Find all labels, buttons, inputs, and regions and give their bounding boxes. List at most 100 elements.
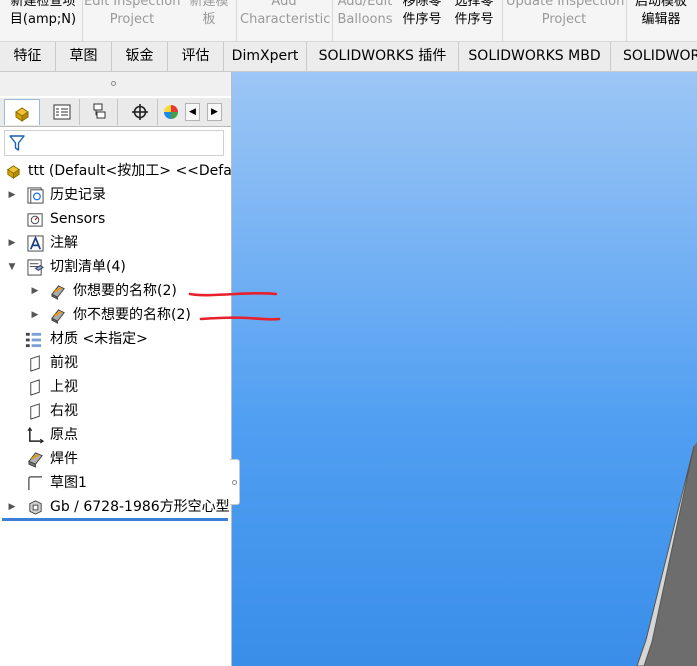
button-label: Project — [541, 12, 587, 27]
button-label: 启动模板 — [634, 0, 687, 9]
tree-item-label: Gb / 6728-1986方形空心型 — [50, 499, 230, 515]
button-label: Characteristic — [240, 12, 331, 27]
graphics-viewport[interactable] — [232, 72, 697, 666]
tree-item-cut-list[interactable]: ▼ 切割清单(4) — [0, 255, 231, 279]
expand-arrow-icon[interactable]: ▶ — [7, 231, 17, 255]
configuration-manager-tab[interactable] — [82, 99, 118, 125]
tree-item-sensors[interactable]: Sensors — [0, 207, 231, 231]
ribbon-separator — [626, 0, 627, 41]
chevron-right-icon: ▶ — [211, 107, 218, 117]
update-inspection-project-button[interactable]: Update Inspection Project — [506, 0, 624, 41]
tree-item-label: 草图1 — [50, 475, 87, 491]
sensors-icon — [27, 213, 43, 227]
cut-list-icon — [27, 259, 44, 276]
tab-sketch[interactable]: 草图 — [56, 42, 112, 71]
expand-arrow-icon[interactable]: ▶ — [7, 495, 17, 519]
tab-solidworks-mbd[interactable]: SOLIDWORKS MBD — [459, 42, 611, 71]
ribbon-separator — [502, 0, 503, 41]
collapse-arrow-icon[interactable]: ▼ — [7, 255, 17, 279]
manager-tabs: ◀ ▶ — [0, 98, 231, 127]
ribbon-separator — [82, 0, 83, 41]
button-label: 编辑器 — [641, 12, 681, 27]
tree-item-label: 切割清单(4) — [50, 259, 126, 275]
property-manager-icon — [53, 104, 70, 120]
tree-root-part[interactable]: ttt (Default<按加工> <<Default — [0, 159, 250, 183]
button-label: 板 — [202, 12, 216, 27]
cut-list-item-icon — [51, 309, 65, 324]
tab-evaluate[interactable]: 评估 — [168, 42, 224, 71]
origin-icon — [27, 427, 44, 444]
button-label: Add — [271, 0, 297, 9]
plane-icon — [30, 379, 40, 396]
tree-item-history[interactable]: ▶ 历史记录 — [0, 183, 231, 207]
tree-item-label: 你不想要的名称(2) — [73, 307, 191, 323]
plane-icon — [30, 403, 40, 420]
expand-arrow-icon[interactable]: ▶ — [30, 303, 40, 327]
rollback-bar[interactable] — [2, 518, 228, 521]
pane-splitter[interactable] — [0, 72, 231, 96]
button-label: 移除零 — [402, 0, 442, 9]
tree-item-cut-list-undesired[interactable]: ▶ 你不想要的名称(2) — [0, 303, 231, 327]
button-label: 目(amp;N) — [9, 12, 77, 27]
property-manager-tab[interactable] — [44, 99, 80, 125]
tree-item-label: 你想要的名称(2) — [73, 283, 177, 299]
plane-icon — [30, 355, 40, 372]
splitter-grip-icon — [111, 81, 116, 86]
tree-item-sketch1[interactable]: 草图1 — [0, 471, 231, 495]
tab-solidworks[interactable]: SOLIDWORKS — [611, 42, 697, 71]
tree-item-weldment[interactable]: 焊件 — [0, 447, 231, 471]
launch-template-editor-button[interactable]: 启动模板 编辑器 — [628, 0, 694, 41]
feature-manager-pane: ◀ ▶ ttt (Default<按加工> <<Default ▶ 历史记录 S… — [0, 72, 250, 666]
annotations-icon — [27, 235, 44, 252]
tree-item-label: 材质 <未指定> — [50, 331, 148, 347]
command-manager-tabs: 特征 草图 钣金 评估 DimXpert SOLIDWORKS 插件 SOLID… — [0, 42, 697, 72]
tree-item-label: 右视 — [50, 403, 78, 419]
part-icon — [6, 165, 21, 179]
button-label: 新建检查项 — [10, 0, 76, 9]
pane-collapse-handle[interactable] — [230, 459, 240, 505]
dimxpert-manager-tab[interactable] — [122, 99, 158, 125]
add-edit-balloons-button[interactable]: Add/Edit Balloons — [336, 0, 394, 41]
button-label: Balloons — [337, 12, 393, 27]
tab-features[interactable]: 特征 — [0, 42, 56, 71]
display-manager-tab[interactable] — [160, 99, 182, 125]
tree-item-label: 上视 — [50, 379, 78, 395]
tree-item-origin[interactable]: 原点 — [0, 423, 231, 447]
expand-arrow-icon[interactable]: ▶ — [7, 183, 17, 207]
tree-item-annotations[interactable]: ▶ 注解 — [0, 231, 231, 255]
command-manager-ribbon: 新建检查项 目(amp;N) Edit Inspection Project 新… — [0, 0, 697, 42]
add-characteristic-button[interactable]: Add Characteristic — [240, 0, 331, 41]
part-model-edge — [636, 442, 697, 666]
tree-item-top-plane[interactable]: 上视 — [0, 375, 231, 399]
tree-item-material[interactable]: 材质 <未指定> — [0, 327, 231, 351]
select-balloon-button[interactable]: 选择零 件序号 — [450, 0, 498, 41]
tree-item-cut-list-desired[interactable]: ▶ 你想要的名称(2) — [0, 279, 231, 303]
chevron-left-icon: ◀ — [189, 107, 196, 117]
tab-sheet-metal[interactable]: 钣金 — [112, 42, 168, 71]
tab-scroll-right-button[interactable]: ▶ — [207, 103, 222, 121]
filter-icon — [9, 135, 25, 151]
new-template-button[interactable]: 新建模 板 — [184, 0, 234, 41]
remove-balloon-button[interactable]: 移除零 件序号 — [398, 0, 446, 41]
tab-scroll-left-button[interactable]: ◀ — [185, 103, 200, 121]
button-label: Add/Edit — [337, 0, 393, 9]
expand-arrow-icon[interactable]: ▶ — [30, 279, 40, 303]
tree-item-structural-member[interactable]: ▶ Gb / 6728-1986方形空心型 — [0, 495, 231, 519]
feature-manager-tab[interactable] — [4, 99, 40, 125]
configuration-manager-icon — [93, 103, 105, 119]
ribbon-separator — [236, 0, 237, 41]
tab-dimxpert[interactable]: DimXpert — [224, 42, 307, 71]
sketch-icon — [28, 476, 43, 491]
new-inspection-project-button[interactable]: 新建检查项 目(amp;N) — [6, 0, 80, 41]
history-icon — [27, 187, 44, 204]
button-label: Project — [109, 12, 155, 27]
edit-inspection-project-button[interactable]: Edit Inspection Project — [84, 0, 180, 41]
tab-solidworks-addins[interactable]: SOLIDWORKS 插件 — [307, 42, 459, 71]
button-label: 选择零 — [454, 0, 494, 9]
tree-item-label: 焊件 — [50, 451, 78, 467]
tree-item-label: 历史记录 — [50, 187, 106, 203]
tree-filter-field[interactable] — [4, 130, 224, 156]
tree-item-front-plane[interactable]: 前视 — [0, 351, 231, 375]
crosshair-icon — [131, 104, 148, 120]
tree-item-right-plane[interactable]: 右视 — [0, 399, 231, 423]
